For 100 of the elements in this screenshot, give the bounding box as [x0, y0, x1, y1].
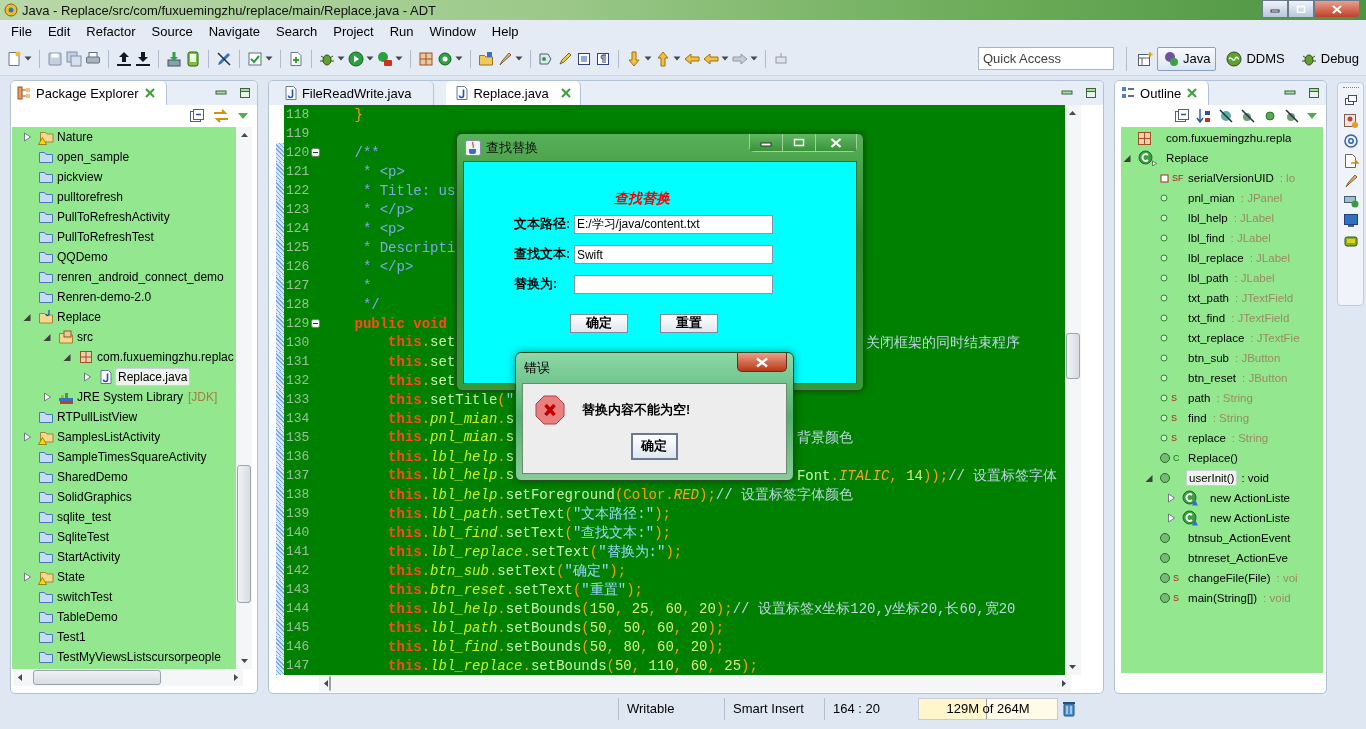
view-menu-icon[interactable]	[236, 112, 249, 120]
tree-item[interactable]: PullToRefreshTest	[55, 229, 156, 245]
menu-item[interactable]: Navigate	[200, 23, 268, 39]
scroll-up-icon[interactable]	[1068, 110, 1078, 116]
outline-item[interactable]: main(String[])	[1186, 591, 1260, 605]
phone-icon[interactable]	[185, 50, 201, 67]
perspective-button[interactable]: DDMS	[1220, 46, 1291, 71]
view-menu-icon[interactable]	[1306, 112, 1319, 120]
caret-icon[interactable]	[395, 55, 403, 62]
caret-icon[interactable]	[337, 55, 345, 62]
collapse-arrow-icon[interactable]	[1143, 472, 1156, 484]
frame-icon[interactable]	[576, 50, 592, 67]
tree-item[interactable]: Replace.java	[115, 368, 191, 386]
brush-icon[interactable]	[1342, 173, 1359, 189]
tree-item[interactable]: open_sample	[55, 149, 132, 165]
horizontal-scrollbar[interactable]	[318, 675, 1072, 692]
outline-item[interactable]: new ActionListe	[1208, 511, 1292, 525]
scrollbar-thumb[interactable]	[328, 676, 331, 691]
minimize-button[interactable]	[749, 134, 783, 151]
tree-item[interactable]: Renren-demo-2.0	[55, 289, 154, 305]
outline-item[interactable]: lbl_path	[1186, 271, 1231, 285]
close-icon[interactable]	[559, 87, 572, 99]
outline-item[interactable]: changeFile(File)	[1186, 571, 1273, 585]
outline-item[interactable]: btn_reset	[1186, 371, 1239, 385]
maximize-icon[interactable]	[1308, 87, 1321, 99]
caret-icon[interactable]	[644, 55, 652, 62]
outline-item[interactable]: find	[1186, 411, 1209, 425]
tree-item[interactable]: QQDemo	[55, 249, 110, 265]
tree-item[interactable]: Test1	[55, 629, 88, 645]
tree-item[interactable]: pickview	[55, 169, 105, 185]
tree-item[interactable]: renren_android_connect_demo	[55, 269, 226, 285]
dialog-button[interactable]: 确定	[569, 314, 628, 333]
pilcrow-icon[interactable]	[595, 50, 611, 67]
pen-icon[interactable]	[216, 50, 232, 67]
outline-item[interactable]: txt_find	[1186, 311, 1228, 325]
caret-icon[interactable]	[24, 55, 32, 62]
person-card-icon[interactable]	[1342, 113, 1359, 129]
tree-item[interactable]: src	[75, 329, 95, 345]
tree-item[interactable]: SamplesListActivity	[55, 429, 163, 445]
robot-icon[interactable]	[1342, 233, 1359, 249]
scroll-up-icon[interactable]	[239, 132, 249, 138]
menu-item[interactable]: Edit	[39, 23, 79, 39]
hide-local-types-icon[interactable]	[1284, 108, 1301, 124]
view-tab[interactable]: Outline	[1115, 81, 1210, 105]
caret-icon[interactable]	[455, 55, 463, 62]
menu-item[interactable]: Help	[483, 23, 527, 39]
tree-item[interactable]: State	[55, 569, 88, 585]
highlighter-icon[interactable]	[557, 50, 573, 67]
expand-arrow-icon[interactable]	[1165, 492, 1178, 504]
collapse-all-icon[interactable]	[1174, 108, 1191, 124]
at-sign-icon[interactable]	[1342, 133, 1359, 149]
tree-item[interactable]: RTPullListView	[55, 409, 140, 425]
outline-item[interactable]: lbl_find	[1186, 231, 1227, 245]
menu-item[interactable]: Project	[325, 23, 382, 39]
expand-arrow-icon[interactable]	[1165, 512, 1178, 524]
menu-item[interactable]: Window	[421, 23, 484, 39]
perspective-button[interactable]: Java	[1157, 46, 1217, 71]
outline-item[interactable]: replace	[1186, 431, 1228, 445]
tree-item[interactable]: TestMyViewsListscursorpeople	[55, 649, 223, 665]
tree-item[interactable]: com.fuxuemingzhu.replac	[95, 349, 236, 365]
caret-icon[interactable]	[721, 55, 729, 62]
run-icon[interactable]	[377, 50, 393, 67]
package-icon[interactable]	[418, 50, 434, 67]
tree-item[interactable]: PullToRefreshActivity	[55, 209, 172, 225]
scrollbar-thumb[interactable]	[237, 465, 251, 603]
menu-item[interactable]: Search	[268, 23, 326, 39]
scroll-right-icon[interactable]	[232, 673, 239, 682]
caret-icon[interactable]	[265, 55, 273, 62]
outline-item[interactable]: Replace()	[1186, 451, 1240, 465]
trash-icon[interactable]	[1062, 700, 1076, 717]
page-plus-icon[interactable]	[288, 50, 304, 67]
play-icon[interactable]	[348, 50, 364, 67]
maximize-button[interactable]	[1288, 0, 1314, 18]
minimize-button[interactable]	[1262, 0, 1288, 18]
tree-item[interactable]: sqlite_test	[55, 509, 114, 525]
vertical-scrollbar[interactable]	[236, 127, 252, 669]
maximize-button[interactable]	[782, 134, 816, 151]
fold-minus-icon[interactable]	[310, 319, 320, 328]
tree-item[interactable]: Replace	[55, 309, 104, 325]
view-tab[interactable]: Package Explorer	[11, 81, 167, 105]
minimize-icon[interactable]	[1284, 88, 1297, 98]
scroll-left-icon[interactable]	[17, 673, 23, 682]
tree-item[interactable]: SharedDemo	[55, 469, 130, 485]
outline-item[interactable]: lbl_replace	[1186, 251, 1246, 265]
outline-item[interactable]: btn_sub	[1186, 351, 1231, 365]
minimize-icon[interactable]	[214, 88, 227, 98]
caret-icon[interactable]	[515, 55, 523, 62]
outline-item[interactable]: Replace	[1164, 151, 1211, 165]
outline-item[interactable]: btnsub_ActionEvent	[1186, 531, 1293, 545]
hide-static-icon[interactable]	[1240, 108, 1257, 124]
menu-item[interactable]: Source	[143, 23, 201, 39]
menu-item[interactable]: Run	[381, 23, 422, 39]
close-icon[interactable]	[143, 87, 156, 99]
upload-icon[interactable]	[116, 50, 132, 67]
outline-item[interactable]: com.fuxuemingzhu.repla	[1164, 131, 1294, 145]
tree-item[interactable]: SampleTimesSquareActivity	[55, 449, 209, 465]
close-button[interactable]	[1314, 0, 1360, 18]
horizontal-scrollbar[interactable]	[13, 669, 243, 686]
scroll-down-icon[interactable]	[1068, 664, 1078, 670]
maximize-icon[interactable]	[1085, 87, 1098, 99]
